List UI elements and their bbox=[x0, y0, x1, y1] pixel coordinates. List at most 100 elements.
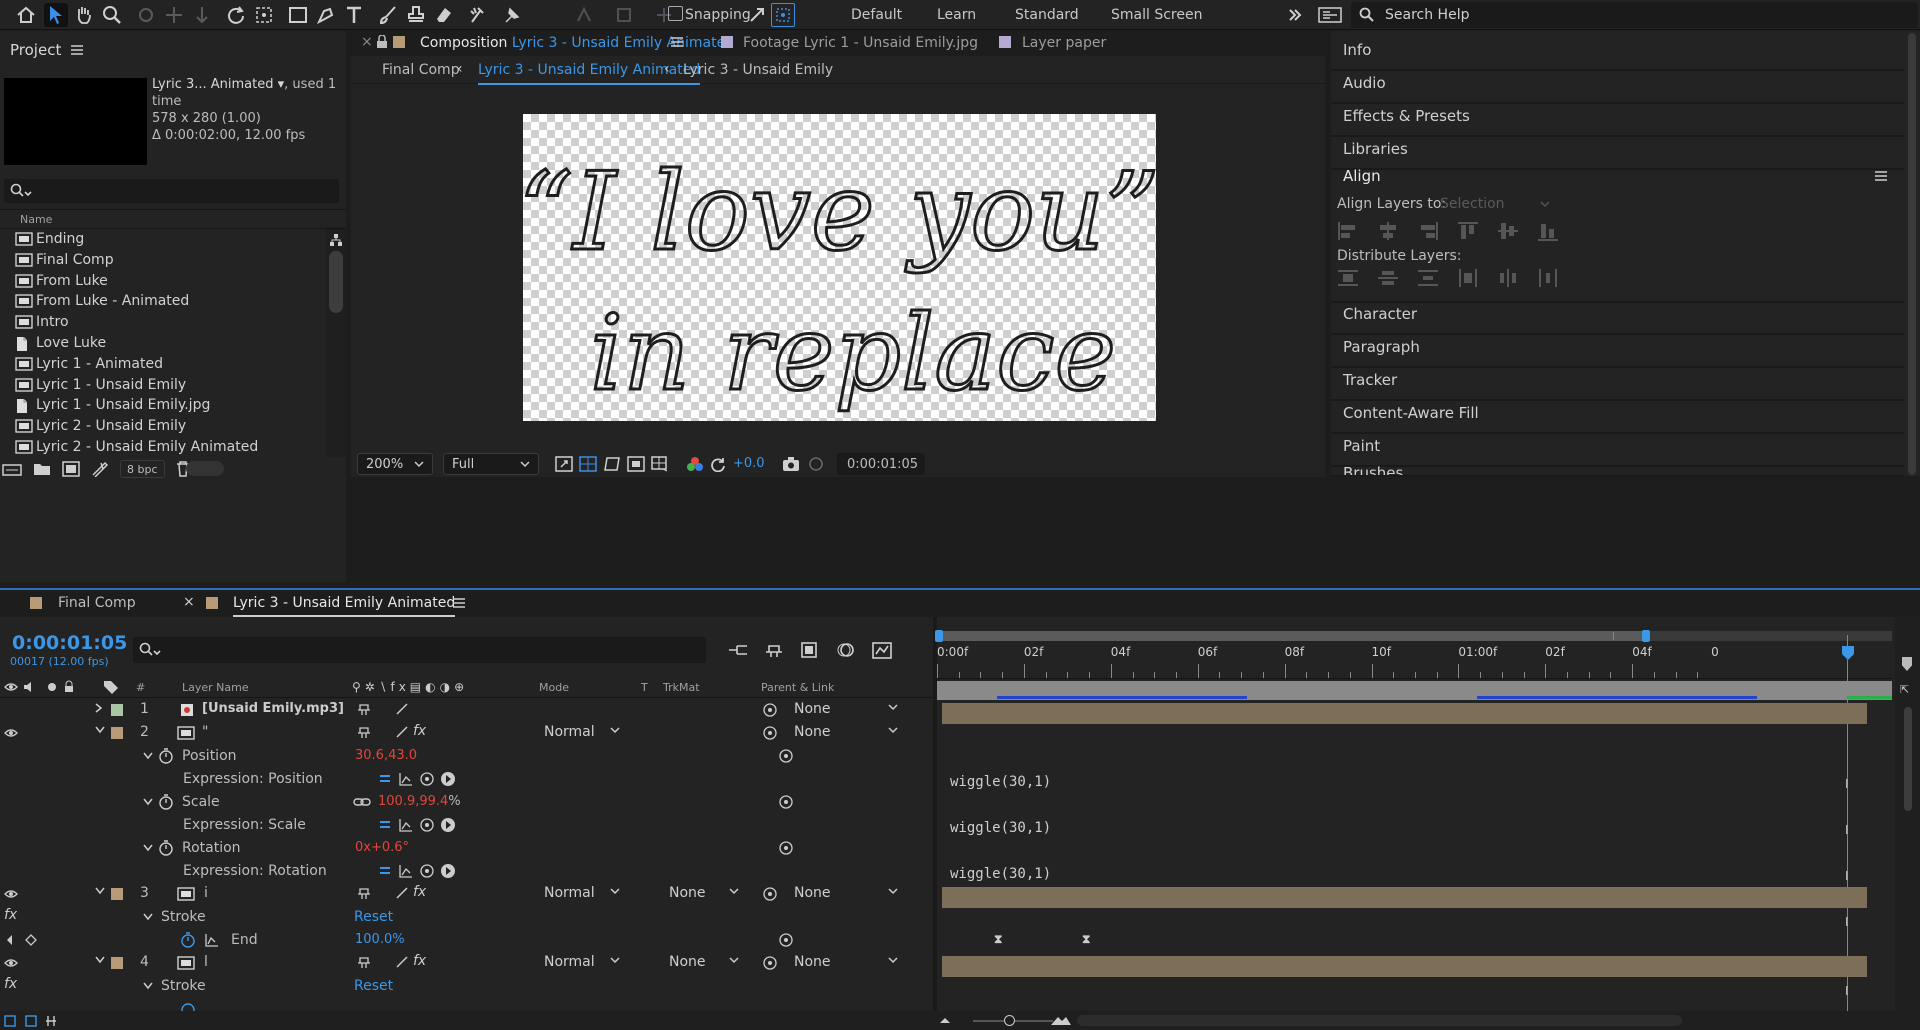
expression-switches[interactable] bbox=[378, 817, 458, 833]
layer-label-color[interactable] bbox=[111, 704, 123, 716]
parent-dropdown[interactable]: None bbox=[786, 722, 906, 742]
rotate-tool-icon[interactable] bbox=[224, 3, 248, 27]
reset-link[interactable]: Reset bbox=[354, 909, 393, 925]
quality-switch-icon[interactable] bbox=[395, 886, 409, 900]
time-ruler[interactable]: 0:00f 02f 04f 06f 08f 10f 01:00f 02f 04f 0 bbox=[937, 643, 1892, 679]
effect-stroke-row-2[interactable]: fx Stroke Reset bbox=[0, 975, 933, 998]
expression-switches[interactable] bbox=[378, 771, 458, 787]
tab-final-comp[interactable]: Final Comp bbox=[58, 595, 136, 611]
timeline-scrollbar[interactable]: ⇱ bbox=[1895, 617, 1920, 1011]
timeline-timecode[interactable]: 0:00:01:05 bbox=[12, 632, 127, 654]
work-area-track[interactable] bbox=[935, 630, 1892, 642]
pick-whip-icon[interactable] bbox=[778, 794, 794, 810]
new-folder-icon[interactable] bbox=[33, 462, 51, 476]
stopwatch-icon[interactable] bbox=[158, 748, 174, 764]
lock-icon[interactable] bbox=[376, 35, 388, 49]
name-column-header[interactable]: Name bbox=[20, 213, 52, 226]
breadcrumb-precomp[interactable]: Lyric 3 - Unsaid Emily bbox=[683, 62, 833, 78]
right-panel-scrollbar[interactable] bbox=[1904, 31, 1920, 476]
eraser-icon[interactable] bbox=[432, 3, 456, 27]
zoom-tool-icon[interactable] bbox=[100, 3, 124, 27]
layer-switches-toggle-icon[interactable] bbox=[4, 1013, 64, 1028]
expression-scale-row[interactable]: Expression: Scale bbox=[0, 814, 933, 837]
graph-editor-icon[interactable] bbox=[871, 640, 893, 660]
flowchart-icon[interactable] bbox=[329, 233, 343, 247]
reset-link[interactable]: Reset bbox=[354, 978, 393, 994]
shy-switch-icon[interactable] bbox=[357, 955, 371, 969]
pick-whip-icon[interactable] bbox=[778, 748, 794, 764]
stopwatch-active-icon[interactable] bbox=[180, 932, 196, 948]
pen-tool-icon[interactable] bbox=[314, 3, 338, 27]
viewer-tab-composition[interactable]: Composition Lyric 3 - Unsaid Emily Anima… bbox=[420, 35, 734, 51]
adjust-project-icon[interactable] bbox=[91, 461, 109, 477]
effect-stroke-row[interactable]: fx Stroke Reset bbox=[0, 906, 933, 929]
track-matte-dropdown[interactable]: None bbox=[661, 883, 747, 903]
align-menu-icon[interactable] bbox=[1875, 171, 1887, 181]
channel-icon[interactable] bbox=[686, 456, 704, 472]
zoom-out-icon[interactable] bbox=[938, 1014, 952, 1024]
home-icon[interactable] bbox=[14, 3, 38, 27]
close-tab-icon[interactable]: × bbox=[361, 34, 373, 50]
pick-whip-icon[interactable] bbox=[762, 886, 778, 902]
collapse-arrow-icon[interactable] bbox=[142, 797, 154, 807]
project-menu-icon[interactable] bbox=[71, 45, 84, 55]
layer-row-4[interactable]: 4 l fx Normal None None bbox=[0, 952, 933, 975]
fx-switch-icon[interactable]: fx bbox=[413, 723, 426, 739]
workspace-edit-icon[interactable] bbox=[1316, 3, 1344, 27]
expression-text-scale[interactable]: wiggle(30,1) bbox=[950, 820, 1051, 836]
parent-dropdown[interactable]: None bbox=[786, 952, 906, 972]
distribute-buttons[interactable] bbox=[1337, 268, 1559, 288]
magnification-dropdown[interactable]: 200% bbox=[357, 453, 433, 475]
keyframe-navigator-icon[interactable] bbox=[5, 933, 49, 947]
rotation-value[interactable]: 0x+0.6° bbox=[355, 840, 409, 855]
tab-menu-icon[interactable] bbox=[453, 598, 465, 608]
workspace-standard[interactable]: Standard bbox=[1015, 7, 1079, 23]
track-bar-layer-2-end[interactable] bbox=[1847, 703, 1867, 724]
breadcrumb-final-comp[interactable]: Final Comp bbox=[382, 62, 460, 78]
type-tool-icon[interactable] bbox=[342, 3, 366, 27]
clone-stamp-icon[interactable] bbox=[404, 3, 428, 27]
search-help-box[interactable]: Search Help bbox=[1351, 2, 1918, 28]
expression-text-position[interactable]: wiggle(30,1) bbox=[950, 774, 1051, 790]
playhead-handle[interactable] bbox=[1841, 645, 1855, 661]
fast-previews-icon[interactable] bbox=[555, 456, 573, 472]
brush-tool-icon[interactable] bbox=[376, 3, 400, 27]
position-value[interactable]: 30.6,43.0 bbox=[355, 748, 417, 763]
rectangle-tool-icon[interactable] bbox=[286, 3, 310, 27]
blend-mode-dropdown[interactable]: Normal bbox=[536, 952, 628, 972]
show-snapshot-icon[interactable] bbox=[807, 456, 825, 472]
property-end-row[interactable]: End 100.0% bbox=[0, 929, 933, 952]
stopwatch-icon[interactable] bbox=[158, 840, 174, 856]
layer-label-color[interactable] bbox=[111, 957, 123, 969]
property-scale-row[interactable]: Scale 100.9,99.4% bbox=[0, 791, 933, 814]
workspace-overflow-icon[interactable] bbox=[1283, 3, 1307, 27]
shy-switch-icon[interactable] bbox=[357, 725, 371, 739]
guides-grid-icon[interactable] bbox=[651, 456, 669, 472]
snap-features-icon[interactable] bbox=[771, 3, 795, 27]
pick-whip-icon[interactable] bbox=[778, 840, 794, 856]
zoom-slider-handle[interactable] bbox=[1004, 1015, 1015, 1026]
tab-menu-icon[interactable] bbox=[671, 37, 683, 47]
collapse-arrow-icon[interactable] bbox=[142, 843, 154, 853]
collapse-arrow-icon[interactable] bbox=[94, 886, 106, 896]
new-composition-icon[interactable] bbox=[62, 461, 80, 477]
expression-text-rotation[interactable]: wiggle(30,1) bbox=[950, 866, 1051, 882]
collapse-arrow-icon[interactable] bbox=[142, 912, 154, 922]
project-scrollbar-thumb[interactable] bbox=[329, 251, 343, 313]
eye-icon[interactable] bbox=[4, 887, 18, 901]
track-bar-layer-4[interactable] bbox=[942, 956, 1867, 977]
expression-rotation-row[interactable]: Expression: Rotation bbox=[0, 860, 933, 883]
exposure-value[interactable]: +0.0 bbox=[733, 456, 765, 471]
track-bar-layer-3[interactable] bbox=[942, 887, 1867, 908]
region-of-interest-icon[interactable] bbox=[627, 456, 645, 472]
brushes-panel-header[interactable]: Brushes bbox=[1331, 460, 1904, 477]
project-scrollbar[interactable] bbox=[326, 229, 346, 457]
align-target-dropdown[interactable]: Selection bbox=[1432, 191, 1552, 217]
snapping-checkbox[interactable] bbox=[668, 6, 683, 21]
pick-whip-icon[interactable] bbox=[778, 932, 794, 948]
layer-name[interactable]: l bbox=[204, 954, 208, 970]
fx-icon[interactable]: fx bbox=[4, 976, 17, 992]
align-buttons[interactable] bbox=[1337, 221, 1559, 241]
comp-button-icon[interactable]: ⇱ bbox=[1900, 683, 1914, 697]
layer-name[interactable]: i bbox=[204, 885, 208, 901]
